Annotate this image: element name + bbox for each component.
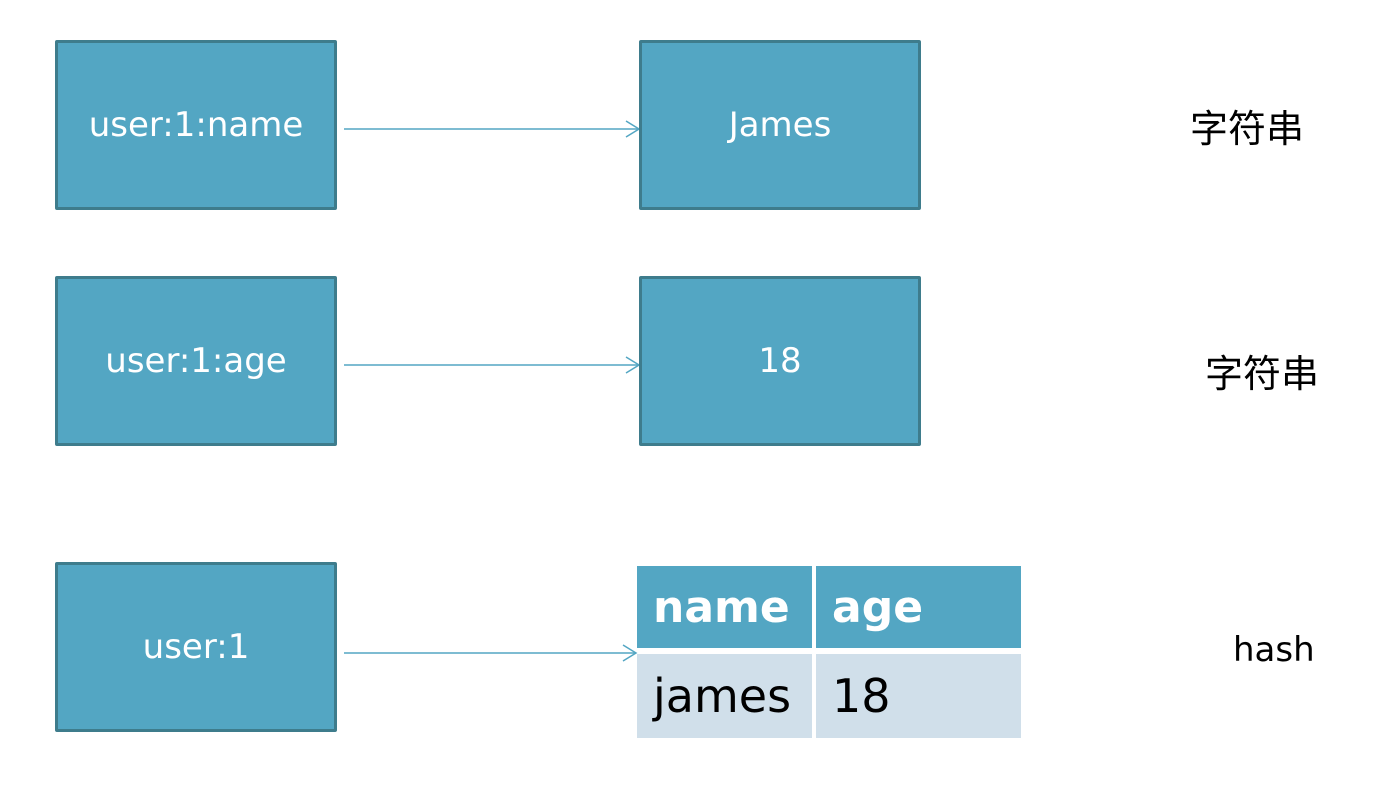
type-label-string: 字符串 (1190, 107, 1305, 151)
key-box-age: user:1:age (55, 276, 337, 446)
key-label: user:1:age (105, 341, 287, 381)
value-box-age: 18 (639, 276, 921, 446)
key-box-hash: user:1 (55, 562, 337, 732)
hash-table: name age james 18 (637, 566, 1021, 738)
header-age: age (816, 566, 1021, 648)
arrow-hash (344, 644, 638, 662)
value-label: James (728, 105, 832, 145)
type-label-string: 字符串 (1205, 352, 1320, 396)
cell-age: 18 (816, 654, 1021, 738)
arrow-age (344, 356, 641, 374)
value-box-name: James (639, 40, 921, 210)
header-name: name (637, 566, 812, 648)
arrow-name (344, 120, 641, 138)
key-label: user:1 (142, 627, 250, 667)
key-box-name: user:1:name (55, 40, 337, 210)
type-label-hash: hash (1233, 630, 1315, 670)
value-label: 18 (758, 341, 802, 381)
cell-name: james (637, 654, 812, 738)
key-label: user:1:name (88, 105, 304, 145)
